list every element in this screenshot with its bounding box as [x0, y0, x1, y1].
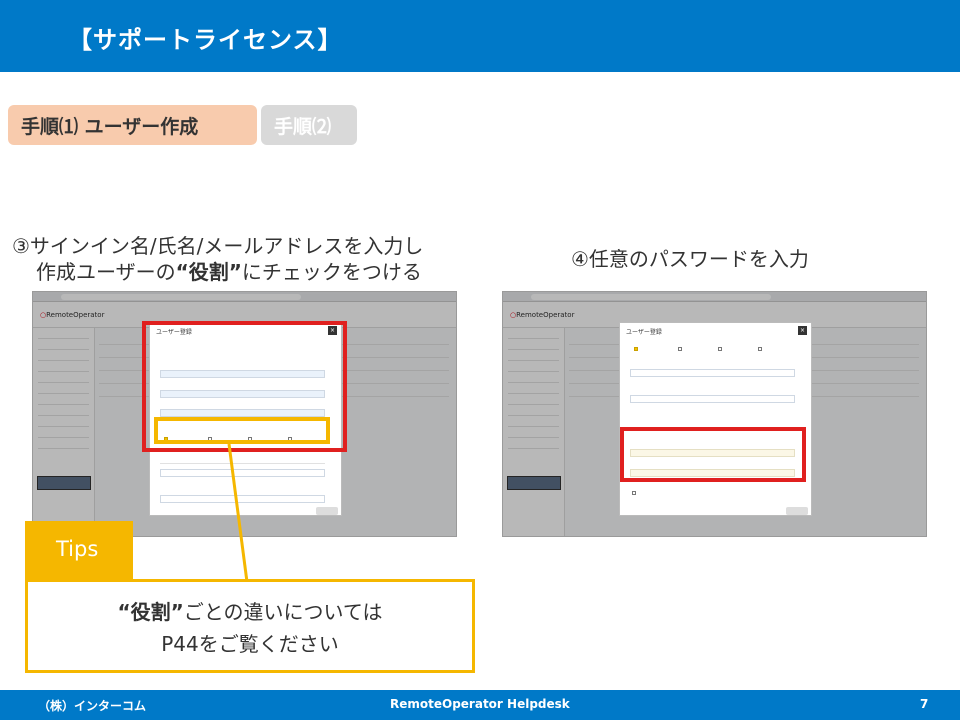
- tips-line-1: “役割”ごとの違いについては: [28, 596, 472, 625]
- tips-box: “役割”ごとの違いについては P44をご覧ください: [25, 579, 475, 673]
- instruction-3-pre: 作成ユーザーの: [36, 260, 176, 284]
- instruction-3-post: にチェックをつける: [241, 260, 422, 284]
- step-1-tab[interactable]: 手順⑴ ユーザー作成: [8, 105, 257, 145]
- dialog-title: ユーザー登録: [626, 329, 662, 336]
- instruction-4: ④任意のパスワードを入力: [571, 247, 809, 271]
- save-button[interactable]: [786, 507, 808, 515]
- tips-rest: ごとの違いについては: [183, 600, 383, 624]
- save-button[interactable]: [316, 507, 338, 515]
- highlight-password-area: [620, 427, 806, 482]
- user-registration-dialog: ユーザー登録 ×: [619, 322, 812, 516]
- footer-company: （株）インターコム: [38, 699, 147, 713]
- instruction-3-line-1: ③サインイン名/氏名/メールアドレスを入力し: [12, 234, 424, 258]
- tips-label: Tips: [25, 521, 133, 579]
- operator-select[interactable]: [630, 395, 795, 403]
- role-manager-checkbox[interactable]: [718, 347, 722, 351]
- instruction-3-line-2: 作成ユーザーの“役割”にチェックをつける: [36, 259, 422, 285]
- page-number: 7: [920, 697, 929, 711]
- footer-bar: （株）インターコム RemoteOperator Helpdesk 7: [0, 690, 960, 720]
- header-bar: 【サポートライセンス】: [0, 0, 960, 72]
- instruction-3-role: “役割”: [175, 260, 242, 284]
- highlight-role-area: [154, 417, 330, 444]
- role-sysadmin-checkbox[interactable]: [758, 347, 762, 351]
- footer-product: RemoteOperator Helpdesk: [390, 697, 570, 711]
- page-title: 【サポートライセンス】: [68, 26, 343, 54]
- tips-role: “役割”: [117, 600, 184, 624]
- screenshot-password-entry: ○RemoteOperator ユーザー登録 ×: [502, 291, 927, 537]
- step-2-tab[interactable]: 手順⑵: [261, 105, 357, 145]
- close-icon[interactable]: ×: [798, 326, 807, 335]
- group-select[interactable]: [630, 369, 795, 377]
- force-password-change-checkbox[interactable]: [632, 491, 636, 495]
- role-supervisor-checkbox[interactable]: [678, 347, 682, 351]
- role-operator-checkbox[interactable]: [634, 347, 638, 351]
- tips-pointer: [227, 444, 249, 582]
- tips-line-2: P44をご覧ください: [161, 632, 339, 656]
